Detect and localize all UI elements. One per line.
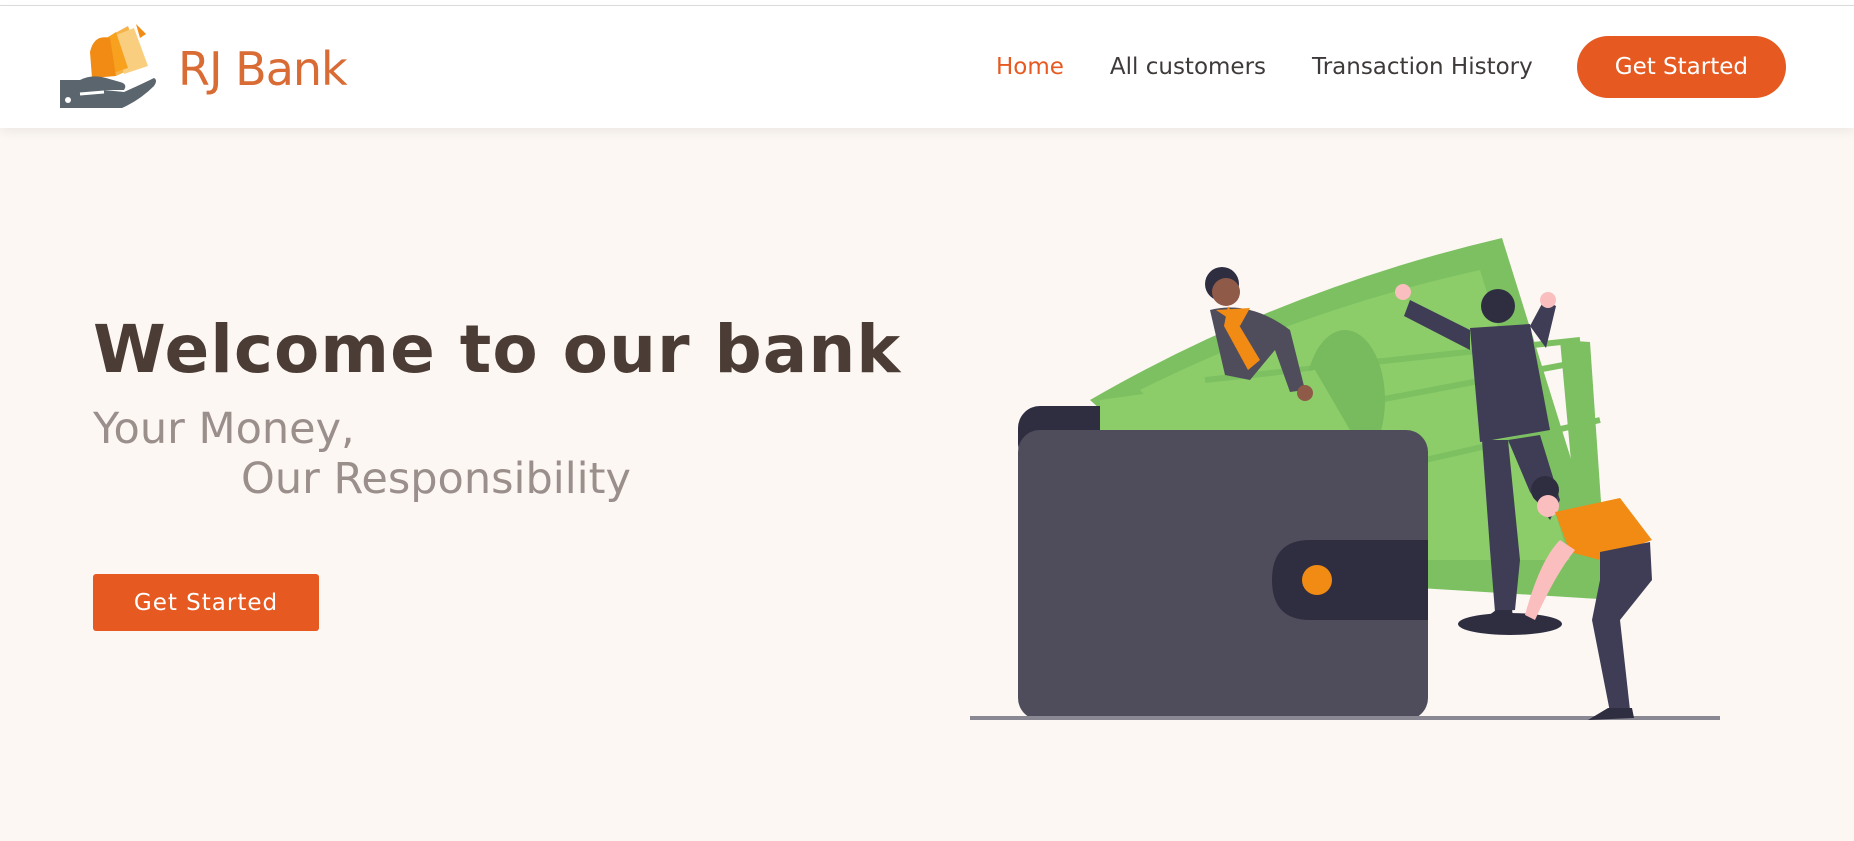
brand-name: RJ Bank [178, 42, 348, 96]
hero-get-started-button[interactable]: Get Started [93, 574, 319, 631]
hero-subtitle-line2: Our Responsibility [241, 454, 631, 504]
hero-subtitle-line1: Your Money, [93, 404, 355, 454]
hero-text: Welcome to our bank Your Money, Our Resp… [93, 310, 901, 504]
nav-link-all-customers[interactable]: All customers [1110, 54, 1266, 80]
nav-menu: Home All customers Transaction History G… [950, 36, 1786, 98]
nav-get-started-button[interactable]: Get Started [1576, 36, 1786, 98]
navbar: RJ Bank Home All customers Transaction H… [0, 6, 1854, 128]
brand-logo[interactable]: RJ Bank [58, 24, 348, 114]
hand-holding-money-icon [58, 24, 158, 114]
nav-link-transaction-history[interactable]: Transaction History [1312, 54, 1533, 80]
hero-title: Welcome to our bank [93, 311, 902, 388]
wallet-with-money-people-illustration [960, 230, 1730, 730]
nav-link-home[interactable]: Home [996, 54, 1064, 80]
hero-subtitle: Your Money, Our Responsibility [93, 404, 901, 504]
